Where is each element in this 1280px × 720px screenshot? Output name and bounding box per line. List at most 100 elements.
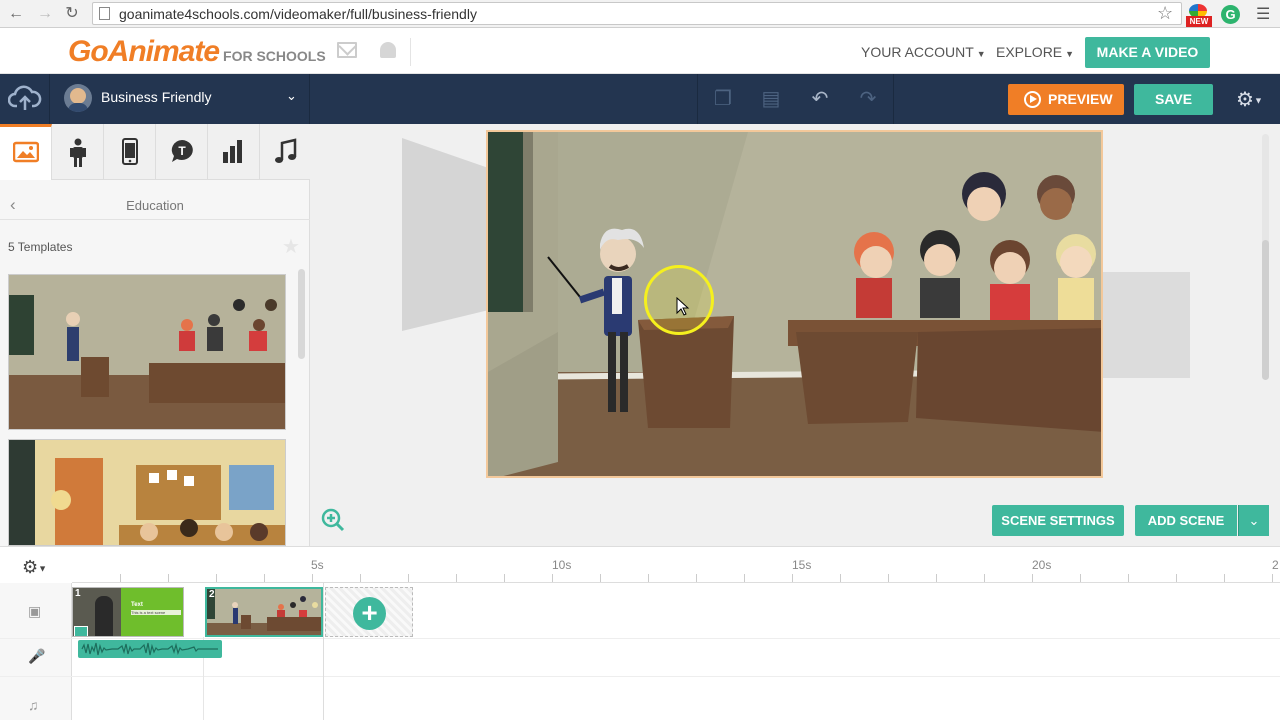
scene-1-audio-indicator <box>74 626 88 636</box>
logo-main: GoAnimate <box>68 35 220 68</box>
library-panel: T ‹ Education 5 Templates ★ <box>0 124 310 546</box>
tab-text-bubbles[interactable]: T <box>156 124 208 180</box>
theme-selector[interactable]: Business Friendly ⌄ <box>50 74 310 124</box>
settings-gear-icon[interactable]: ⚙▼ <box>1236 87 1263 112</box>
your-account-menu[interactable]: YOUR ACCOUNT ▼ <box>861 44 986 60</box>
category-title: Education <box>126 198 184 213</box>
bell-icon[interactable] <box>380 42 396 58</box>
chevron-down-icon: ⌄ <box>1248 513 1260 528</box>
library-template-image <box>9 440 285 545</box>
scene-1-thumbnail[interactable]: 1 Text This is a text scene <box>72 587 184 637</box>
page-icon <box>99 7 110 20</box>
save-button[interactable]: SAVE <box>1134 84 1213 115</box>
library-back-bar: ‹ Education <box>0 190 310 220</box>
timeline: ⚙▼ 5s 10s 15s 20s 2 ▣ 🎤 ♫ 1 Text This is… <box>0 546 1280 720</box>
browser-chrome: ← → ↻ goanimate4schools.com/videomaker/f… <box>0 0 1280 28</box>
plus-icon: + <box>353 597 386 630</box>
paste-icon[interactable]: ▤ <box>758 86 784 112</box>
tick-label: 10s <box>552 558 572 572</box>
waveform-icon <box>81 642 218 656</box>
stage-scrollbar[interactable] <box>1262 240 1269 380</box>
caret-down-icon: ▼ <box>976 49 986 59</box>
theme-avatar <box>64 84 92 112</box>
grammarly-icon[interactable]: G <box>1221 5 1240 24</box>
music-note-icon: ♫ <box>28 697 39 713</box>
timeline-ruler[interactable]: 5s 10s 15s 20s 2 <box>72 547 1280 583</box>
tab-props[interactable] <box>104 124 156 180</box>
tab-charts[interactable] <box>208 124 260 180</box>
undo-icon[interactable]: ↶ <box>807 86 833 112</box>
favorite-star-icon[interactable]: ★ <box>282 234 300 259</box>
image-icon <box>13 141 39 163</box>
address-bar[interactable]: goanimate4schools.com/videomaker/full/bu… <box>92 2 1182 25</box>
mouse-cursor-icon <box>676 297 690 316</box>
your-account-label: YOUR ACCOUNT <box>861 44 974 60</box>
music-note-icon <box>275 138 297 163</box>
logo-sub: FOR SCHOOLS <box>223 48 326 64</box>
timeline-settings-gear-icon[interactable]: ⚙▼ <box>22 557 47 578</box>
mail-icon[interactable] <box>337 42 357 58</box>
scene-2-thumbnail[interactable]: 2 <box>205 587 323 637</box>
phone-icon <box>122 138 138 165</box>
speech-bubble-icon: T <box>171 140 193 162</box>
explore-label: EXPLORE <box>996 44 1063 60</box>
microphone-icon: 🎤 <box>28 648 46 664</box>
tab-backgrounds[interactable] <box>0 124 52 180</box>
scene-number: 2 <box>209 589 215 600</box>
preview-button[interactable]: PREVIEW <box>1008 84 1124 115</box>
browser-menu-icon[interactable]: ☰ <box>1256 4 1270 24</box>
scene-1-subtitle: This is a text scene <box>131 610 181 615</box>
scene-settings-button[interactable]: SCENE SETTINGS <box>992 505 1124 536</box>
back-arrow-icon[interactable]: ← <box>6 4 26 24</box>
extension-badge: NEW <box>1186 16 1212 27</box>
site-header: GoAnimate FOR SCHOOLS YOUR ACCOUNT ▼ EXPLO… <box>0 28 1280 74</box>
stage-canvas[interactable] <box>486 130 1103 478</box>
classroom-scene <box>488 132 1101 476</box>
upload-button[interactable] <box>0 74 50 124</box>
voice-audio-clip[interactable] <box>78 640 222 658</box>
tab-characters[interactable] <box>52 124 104 180</box>
chevron-down-icon: ⌄ <box>286 88 297 103</box>
cloud-upload-icon <box>8 85 42 110</box>
template-thumbnail[interactable] <box>8 439 286 546</box>
theme-name: Business Friendly <box>101 89 212 105</box>
tick-label: 5s <box>311 558 324 572</box>
template-thumbnail[interactable] <box>8 274 286 430</box>
scene-1-title: Text <box>131 602 143 608</box>
make-a-video-button[interactable]: MAKE A VIDEO <box>1085 37 1210 68</box>
add-scene-dropdown[interactable]: ⌄ <box>1238 505 1269 536</box>
reload-icon[interactable]: ↻ <box>62 4 82 24</box>
bookmark-star-icon[interactable]: ☆ <box>1157 3 1173 24</box>
logo[interactable]: GoAnimate FOR SCHOOLS <box>68 35 326 69</box>
scene-number: 1 <box>75 588 81 599</box>
url-text: goanimate4schools.com/videomaker/full/bu… <box>119 6 477 22</box>
tick-label: 15s <box>792 558 812 572</box>
add-scene-button[interactable]: ADD SCENE <box>1135 505 1237 536</box>
classroom-template-image <box>9 275 285 429</box>
caret-down-icon: ▼ <box>1065 49 1075 59</box>
tick-label: 2 <box>1272 558 1279 572</box>
library-scrollbar[interactable] <box>298 269 305 359</box>
bar-chart-icon <box>223 140 242 163</box>
copy-icon[interactable]: ❐ <box>710 86 736 112</box>
preview-label: PREVIEW <box>1048 91 1113 107</box>
offstage-seat <box>1100 272 1190 378</box>
timeline-marker-line <box>323 583 324 720</box>
music-track <box>0 677 1280 720</box>
redo-icon[interactable]: ↷ <box>855 86 881 112</box>
header-divider <box>410 38 411 66</box>
scene-2-preview-image <box>207 589 321 635</box>
play-icon <box>1024 91 1041 108</box>
forward-arrow-icon[interactable]: → <box>35 4 55 24</box>
tab-music[interactable] <box>260 124 312 180</box>
tick-label: 20s <box>1032 558 1052 572</box>
template-count: 5 Templates <box>8 240 73 254</box>
editor-toolbar: Business Friendly ⌄ ❐ ▤ ↶ ↷ PREVIEW SAVE… <box>0 74 1280 124</box>
explore-menu[interactable]: EXPLORE ▼ <box>996 44 1074 60</box>
add-scene-slot[interactable]: + <box>325 587 413 637</box>
character-icon <box>70 138 86 167</box>
library-category-tabs: T <box>0 124 310 180</box>
svg-text:T: T <box>178 144 186 158</box>
zoom-in-icon[interactable] <box>321 508 345 532</box>
extension-new-icon[interactable]: NEW <box>1186 3 1212 27</box>
